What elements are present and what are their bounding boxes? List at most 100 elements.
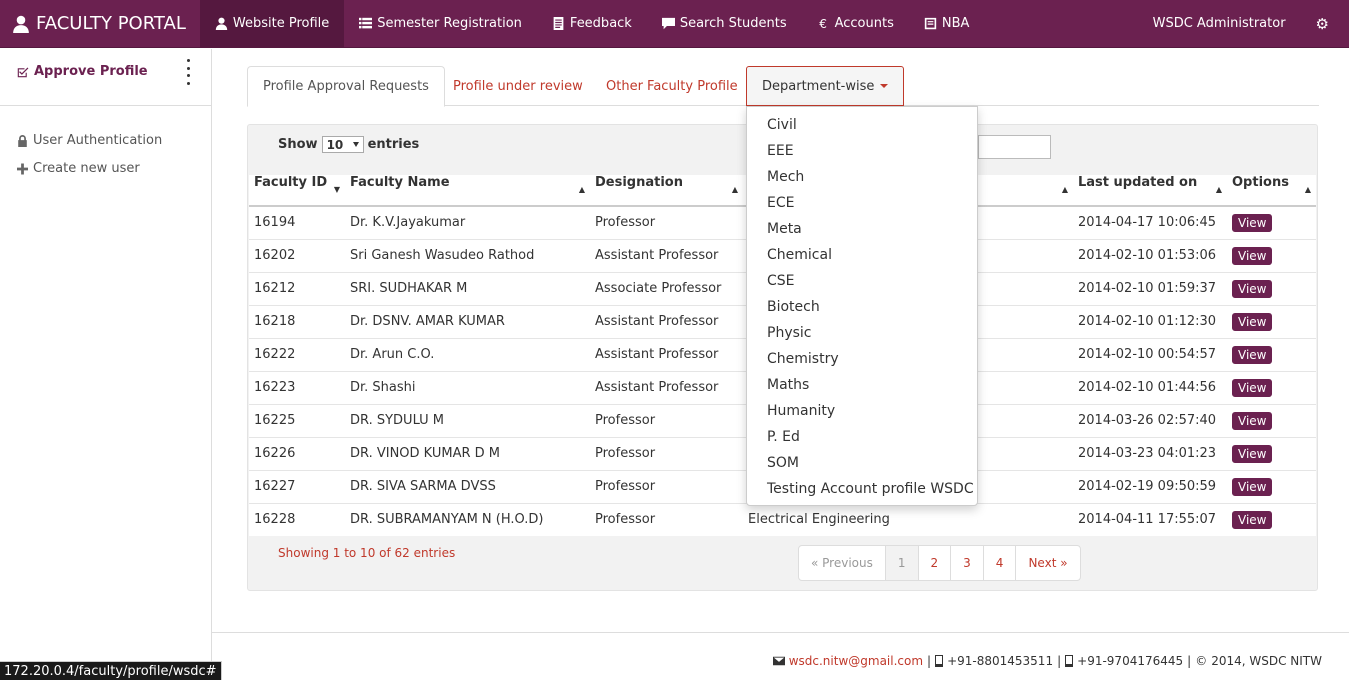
- dropdown-item[interactable]: Meta: [747, 216, 977, 242]
- dropdown-item[interactable]: Civil: [747, 112, 977, 138]
- pagination-page-2[interactable]: 2: [919, 546, 952, 580]
- pagination-page-1[interactable]: 1: [885, 546, 919, 580]
- view-button[interactable]: View: [1232, 345, 1273, 364]
- dropdown-item[interactable]: P. Ed: [747, 424, 977, 450]
- nav-label: Accounts: [834, 16, 894, 31]
- cell-faculty-name: DR. VINOD KUMAR D M: [345, 436, 590, 470]
- col-faculty-name[interactable]: Faculty Name ▲: [345, 175, 590, 207]
- dropdown-item[interactable]: Physic: [747, 320, 977, 346]
- status-bar-url: 172.20.0.4/faculty/profile/wsdc#: [0, 661, 222, 680]
- cell-options: View: [1227, 436, 1316, 470]
- dropdown-item[interactable]: Biotech: [747, 294, 977, 320]
- table-row: 16228 DR. SUBRAMANYAM N (H.O.D) Professor E…: [249, 502, 1316, 536]
- cell-department: Electrical Engineering: [743, 502, 1073, 536]
- user-icon: [215, 17, 228, 30]
- cell-faculty-id: 16194: [249, 205, 345, 239]
- cell-faculty-name: Dr. Shashi: [345, 370, 590, 404]
- nav-nba[interactable]: NBA: [909, 0, 985, 47]
- tab-profile-under-review[interactable]: Profile under review: [438, 66, 598, 106]
- cell-last-updated: 2014-02-10 01:59:37: [1073, 271, 1227, 305]
- sidebar-menu-dots-icon[interactable]: [187, 59, 191, 85]
- cell-last-updated: 2014-02-19 09:50:59: [1073, 469, 1227, 503]
- document-icon: [553, 17, 564, 30]
- sidebar-item-approve-profile[interactable]: Approve Profile: [17, 64, 148, 79]
- entries-label: entries: [367, 137, 420, 152]
- sidebar-item-create-user[interactable]: Create new user: [17, 161, 140, 176]
- divider: [0, 105, 211, 106]
- nav-feedback[interactable]: Feedback: [537, 0, 647, 47]
- dropdown-item[interactable]: CSE: [747, 268, 977, 294]
- view-button[interactable]: View: [1232, 411, 1273, 430]
- dropdown-item[interactable]: Humanity: [747, 398, 977, 424]
- pagination-page-4[interactable]: 4: [984, 546, 1017, 580]
- cell-options: View: [1227, 205, 1316, 239]
- cell-options: View: [1227, 337, 1316, 371]
- cell-last-updated: 2014-02-10 00:54:57: [1073, 337, 1227, 371]
- euro-icon: €: [819, 16, 827, 31]
- footer-email-link[interactable]: wsdc.nitw@gmail.com: [789, 654, 923, 668]
- nav-website-profile[interactable]: Website Profile: [199, 0, 345, 47]
- tab-profile-approval-requests[interactable]: Profile Approval Requests: [247, 66, 445, 107]
- nav-search-students[interactable]: Search Students: [647, 0, 802, 47]
- gear-icon[interactable]: ⚙: [1306, 15, 1349, 33]
- col-last-updated[interactable]: Last updated on ▲: [1073, 175, 1227, 207]
- user-menu[interactable]: WSDC Administrator: [1133, 16, 1306, 31]
- entries-select[interactable]: 10: [321, 136, 364, 153]
- view-button[interactable]: View: [1232, 246, 1273, 265]
- tab-department-wise[interactable]: Department-wise: [746, 66, 905, 106]
- sort-down-icon: ▼: [333, 185, 340, 194]
- pagination-next[interactable]: Next »: [1016, 546, 1079, 580]
- col-designation[interactable]: Designation ▲: [590, 175, 743, 207]
- nav-label: Feedback: [569, 16, 632, 31]
- view-button[interactable]: View: [1232, 444, 1273, 463]
- view-button[interactable]: View: [1232, 213, 1273, 232]
- tab-other-faculty-profile[interactable]: Other Faculty Profile: [591, 66, 753, 106]
- brand[interactable]: FACULTY PORTAL: [0, 0, 200, 47]
- cell-faculty-id: 16226: [249, 436, 345, 470]
- dropdown-item[interactable]: SOM: [747, 450, 977, 476]
- cell-last-updated: 2014-02-10 01:53:06: [1073, 238, 1227, 272]
- dropdown-item[interactable]: Testing Account profile WSDC: [747, 476, 977, 502]
- dropdown-item[interactable]: Chemical: [747, 242, 977, 268]
- nav-accounts[interactable]: € Accounts: [802, 0, 909, 47]
- brand-label: FACULTY PORTAL: [36, 13, 186, 34]
- view-button[interactable]: View: [1232, 477, 1273, 496]
- cell-designation: Assistant Professor: [590, 337, 743, 371]
- view-button[interactable]: View: [1232, 510, 1273, 529]
- cell-last-updated: 2014-03-26 02:57:40: [1073, 403, 1227, 437]
- cell-options: View: [1227, 469, 1316, 503]
- col-faculty-id[interactable]: Faculty ID ▼: [249, 175, 345, 207]
- entries-value: 10: [326, 137, 344, 152]
- check-square-icon: [17, 67, 29, 77]
- dropdown-item[interactable]: Mech: [747, 164, 977, 190]
- pagination-page-3[interactable]: 3: [951, 546, 984, 580]
- cell-designation: Professor: [590, 502, 743, 536]
- sort-icon: ▲: [731, 185, 738, 194]
- pagination-previous[interactable]: « Previous: [799, 546, 886, 580]
- footer-separator: |: [927, 654, 932, 668]
- mobile-phone-icon: [1065, 655, 1074, 667]
- view-button[interactable]: View: [1232, 378, 1273, 397]
- nav-label: Semester Registration: [377, 16, 522, 31]
- dropdown-item[interactable]: EEE: [747, 138, 977, 164]
- nav-semester-registration[interactable]: Semester Registration: [344, 0, 537, 47]
- dropdown-item[interactable]: Chemistry: [747, 346, 977, 372]
- plus-icon: [17, 163, 28, 174]
- search-input[interactable]: [978, 135, 1051, 159]
- cell-designation: Professor: [590, 403, 743, 437]
- dropdown-item[interactable]: Maths: [747, 372, 977, 398]
- sidebar: Approve Profile User Authentication Crea…: [0, 49, 212, 680]
- show-label: Show: [278, 137, 318, 152]
- tab-label: Department-wise: [762, 78, 875, 94]
- view-button[interactable]: View: [1232, 279, 1273, 298]
- dropdown-item[interactable]: ECE: [747, 190, 977, 216]
- cell-last-updated: 2014-04-17 10:06:45: [1073, 205, 1227, 239]
- sidebar-item-user-authentication[interactable]: User Authentication: [17, 133, 162, 148]
- envelope-icon: [772, 656, 785, 666]
- view-button[interactable]: View: [1232, 312, 1273, 331]
- cell-options: View: [1227, 403, 1316, 437]
- cell-last-updated: 2014-03-23 04:01:23: [1073, 436, 1227, 470]
- footer-phone-2: +91-9704176445: [1077, 654, 1184, 668]
- footer-phone-1: +91-8801453511: [947, 654, 1054, 668]
- col-options[interactable]: Options ▲: [1227, 175, 1316, 207]
